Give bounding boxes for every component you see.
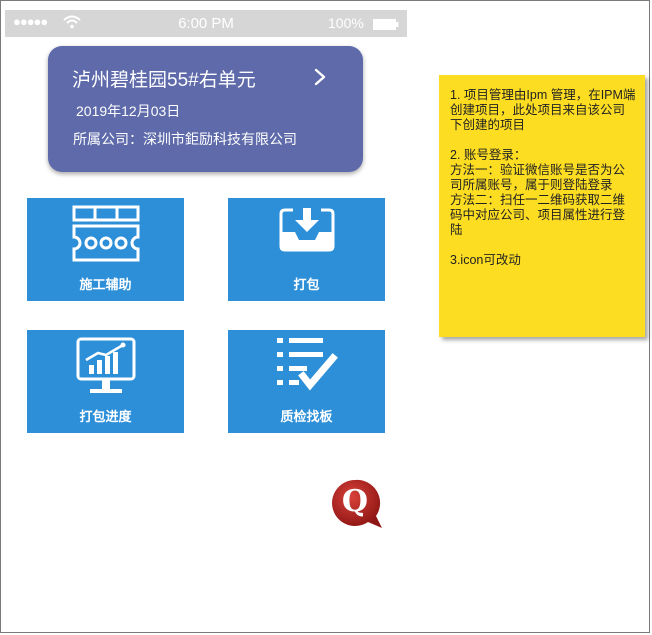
tile-quality-check[interactable]: 质检找板: [228, 330, 385, 433]
tile-label: 施工辅助: [79, 277, 132, 292]
package-tray-icon: [279, 208, 334, 252]
help-q-icon[interactable]: Q: [330, 478, 386, 530]
checklist-icon: [276, 338, 338, 391]
progress-chart-monitor-icon: [76, 337, 135, 393]
chevron-right-icon[interactable]: [314, 68, 326, 86]
project-date: 2019年12月03日: [76, 103, 181, 119]
tile-package[interactable]: 打包: [228, 198, 385, 301]
project-card[interactable]: 泸州碧桂园55#右单元 2019年12月03日 所属公司：深圳市鉅励科技有限公司: [48, 46, 363, 172]
tile-construction-assist[interactable]: 施工辅助: [27, 198, 184, 301]
status-bar: ●●●●● 6:00 PM 100%: [5, 10, 407, 37]
project-title: 泸州碧桂园55#右单元: [72, 70, 256, 91]
battery-percent: 100%: [328, 15, 364, 31]
tile-label: 打包进度: [79, 409, 132, 424]
help-q-letter: Q: [342, 484, 368, 519]
project-company: 所属公司：深圳市鉅励科技有限公司: [73, 131, 297, 147]
tile-package-progress[interactable]: 打包进度: [27, 330, 184, 433]
construction-assist-icon: [72, 205, 139, 262]
battery-icon: [373, 19, 399, 30]
tile-label: 质检找板: [280, 409, 333, 424]
annotation-sticky-note: 1. 项目管理由Ipm 管理，在IPM端创建项目，此处项目来自该公司下创建的项目…: [439, 75, 645, 337]
tile-label: 打包: [293, 277, 320, 292]
